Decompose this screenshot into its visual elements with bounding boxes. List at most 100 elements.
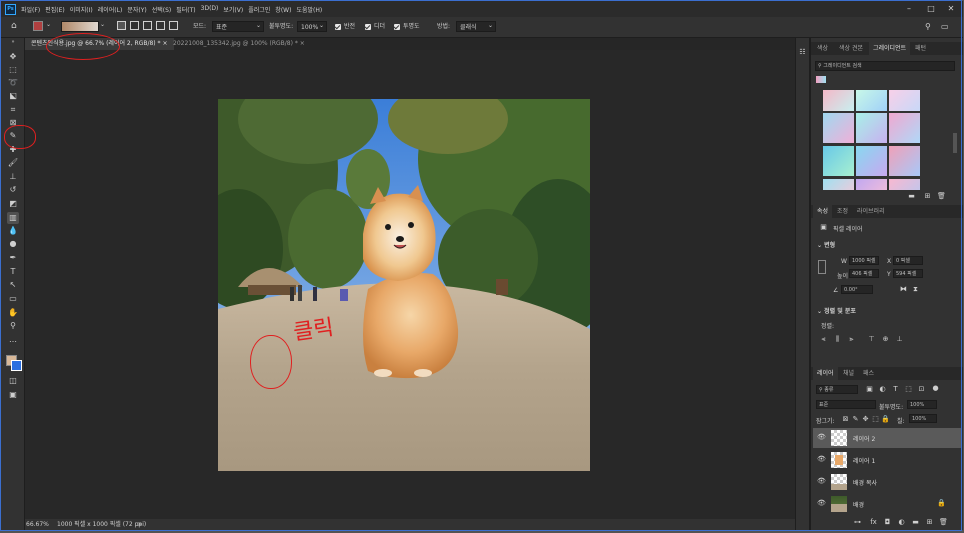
- pen-tool-icon[interactable]: ✒: [7, 252, 19, 264]
- menu-item[interactable]: 파일(F): [21, 5, 40, 14]
- height-input[interactable]: 406 픽셀: [849, 269, 879, 278]
- menu-item[interactable]: 보기(V): [223, 5, 243, 14]
- lock-pixels-icon[interactable]: ✎: [851, 415, 860, 424]
- link-proportions-icon[interactable]: [818, 260, 826, 274]
- layer-mask-icon[interactable]: ◘: [883, 518, 892, 527]
- delete-layer-icon[interactable]: 🗑: [939, 518, 948, 527]
- gradient-swatch[interactable]: [856, 179, 887, 190]
- history-panel-icon[interactable]: ☷: [798, 48, 807, 57]
- tab-libraries[interactable]: 라이브러리: [853, 205, 889, 218]
- angle-input[interactable]: 0.00°: [841, 285, 873, 294]
- gradient-tool-icon[interactable]: ▥: [7, 212, 19, 224]
- tab-paths[interactable]: 패스: [859, 367, 878, 380]
- tab-swatches[interactable]: 색상 견본: [835, 42, 867, 55]
- maximize-icon[interactable]: □: [925, 3, 937, 15]
- rectangle-tool-icon[interactable]: ▭: [7, 293, 19, 305]
- dither-checkbox[interactable]: 디더: [365, 21, 385, 32]
- gradient-search-input[interactable]: ⚲ 그레이디언트 검색: [815, 61, 955, 71]
- menu-item[interactable]: 문자(Y): [127, 5, 146, 14]
- gradient-swatch[interactable]: [856, 90, 887, 111]
- type-tool-icon[interactable]: T: [7, 266, 19, 278]
- tab-adjustments[interactable]: 조정: [833, 205, 852, 218]
- blend-mode-select[interactable]: 표준: [816, 400, 876, 409]
- gradient-swatch[interactable]: [889, 146, 920, 176]
- marquee-tool-icon[interactable]: ⬚: [7, 64, 19, 76]
- hand-tool-icon[interactable]: ✋: [7, 307, 19, 319]
- adjustment-layer-icon[interactable]: ◐: [897, 518, 906, 527]
- mode-select[interactable]: 표준: [212, 20, 264, 32]
- lock-transparent-icon[interactable]: ⊠: [841, 415, 850, 424]
- align-bottom-icon[interactable]: ⊥: [895, 335, 904, 344]
- radial-gradient-icon[interactable]: [130, 21, 139, 30]
- blur-tool-icon[interactable]: 💧: [7, 225, 19, 237]
- tab-layers[interactable]: 레이어: [813, 367, 838, 380]
- menu-item[interactable]: 창(W): [275, 5, 291, 14]
- gradient-swatch[interactable]: [889, 113, 920, 143]
- screen-mode-icon[interactable]: ▣: [7, 389, 19, 401]
- gradient-swatch[interactable]: [889, 179, 920, 190]
- tab-color[interactable]: 색상: [813, 42, 832, 55]
- search-icon[interactable]: ⚲: [925, 21, 935, 32]
- gradient-swatch[interactable]: [889, 90, 920, 111]
- gradient-tool-preset-icon[interactable]: [33, 21, 43, 31]
- width-input[interactable]: 1000 픽셀: [849, 256, 879, 265]
- new-group-folder-icon[interactable]: ▬: [907, 192, 916, 201]
- menu-item[interactable]: 선택(S): [152, 5, 172, 14]
- diamond-gradient-icon[interactable]: [169, 21, 178, 30]
- status-menu-arrow[interactable]: >: [137, 519, 142, 530]
- quick-mask-icon[interactable]: ◫: [7, 375, 19, 387]
- align-right-icon[interactable]: ⫸: [847, 335, 856, 344]
- method-select[interactable]: 클래식: [456, 20, 496, 32]
- eye-icon[interactable]: 👁: [817, 499, 826, 507]
- align-top-icon[interactable]: ⊤: [867, 335, 876, 344]
- new-layer-icon[interactable]: ⊞: [925, 518, 934, 527]
- y-input[interactable]: 594 픽셀: [893, 269, 923, 278]
- reflected-gradient-icon[interactable]: [156, 21, 165, 30]
- linear-gradient-icon[interactable]: [117, 21, 126, 30]
- menu-item[interactable]: 레이어(L): [98, 5, 123, 14]
- chevron-down-icon[interactable]: ⌄: [46, 21, 52, 32]
- menu-item[interactable]: 플러그인: [248, 5, 270, 14]
- layer-row[interactable]: 👁 배경 복사: [813, 472, 961, 492]
- gradient-swatch[interactable]: [823, 179, 854, 190]
- tab-patterns[interactable]: 패턴: [911, 42, 930, 55]
- eye-icon[interactable]: 👁: [817, 433, 826, 441]
- gradient-swatch[interactable]: [823, 146, 854, 176]
- filter-smart-object-icon[interactable]: ⊡: [917, 385, 926, 394]
- close-icon[interactable]: ✕: [945, 3, 957, 15]
- lock-position-icon[interactable]: ✥: [861, 415, 870, 424]
- zoom-tool-icon[interactable]: ⚲: [7, 320, 19, 332]
- link-layers-icon[interactable]: ⊶: [853, 518, 862, 527]
- dodge-tool-icon[interactable]: ●: [7, 238, 19, 250]
- tab-channels[interactable]: 채널: [839, 367, 858, 380]
- filter-pixel-icon[interactable]: ▣: [865, 385, 874, 394]
- layer-style-fx-icon[interactable]: fx: [869, 518, 878, 527]
- menu-item[interactable]: 필터(T): [176, 5, 195, 14]
- eraser-tool-icon[interactable]: ◩: [7, 198, 19, 210]
- delete-trash-icon[interactable]: 🗑: [937, 192, 946, 201]
- flip-vertical-icon[interactable]: ⧗: [911, 285, 920, 294]
- lock-artboard-icon[interactable]: ⬚: [871, 415, 880, 424]
- more-tools-icon[interactable]: …: [7, 334, 19, 346]
- eye-icon[interactable]: 👁: [817, 455, 826, 463]
- layer-row[interactable]: 👁 레이어 1: [813, 450, 961, 470]
- crop-tool-icon[interactable]: ⌗: [7, 104, 19, 116]
- home-icon[interactable]: ⌂: [11, 21, 23, 32]
- transform-section-title[interactable]: ⌄ 변형: [817, 240, 835, 249]
- tab-gradients[interactable]: 그레이디언트: [869, 42, 911, 55]
- brush-tool-icon[interactable]: 🖌: [7, 157, 19, 169]
- clone-stamp-tool-icon[interactable]: ⊥: [7, 171, 19, 183]
- document-canvas[interactable]: [218, 99, 590, 471]
- tab-document-2[interactable]: 20221008_135342.jpg @ 100% (RGB/8) * ×: [167, 38, 311, 50]
- menu-item[interactable]: 이미지(I): [70, 5, 93, 14]
- object-selection-tool-icon[interactable]: ⬕: [7, 90, 19, 102]
- align-left-icon[interactable]: ⫷: [819, 335, 828, 344]
- menu-item[interactable]: 편집(E): [45, 5, 65, 14]
- fill-input[interactable]: 100%: [909, 414, 937, 423]
- filter-type-icon[interactable]: T: [891, 385, 900, 394]
- history-brush-tool-icon[interactable]: ↺: [7, 184, 19, 196]
- flip-horizontal-icon[interactable]: ⧓: [899, 285, 908, 294]
- gradient-picker[interactable]: [61, 21, 99, 32]
- gradient-dropdown-chevron-icon[interactable]: ⌄: [100, 21, 106, 32]
- layer-row[interactable]: 👁 배경 🔒: [813, 494, 961, 514]
